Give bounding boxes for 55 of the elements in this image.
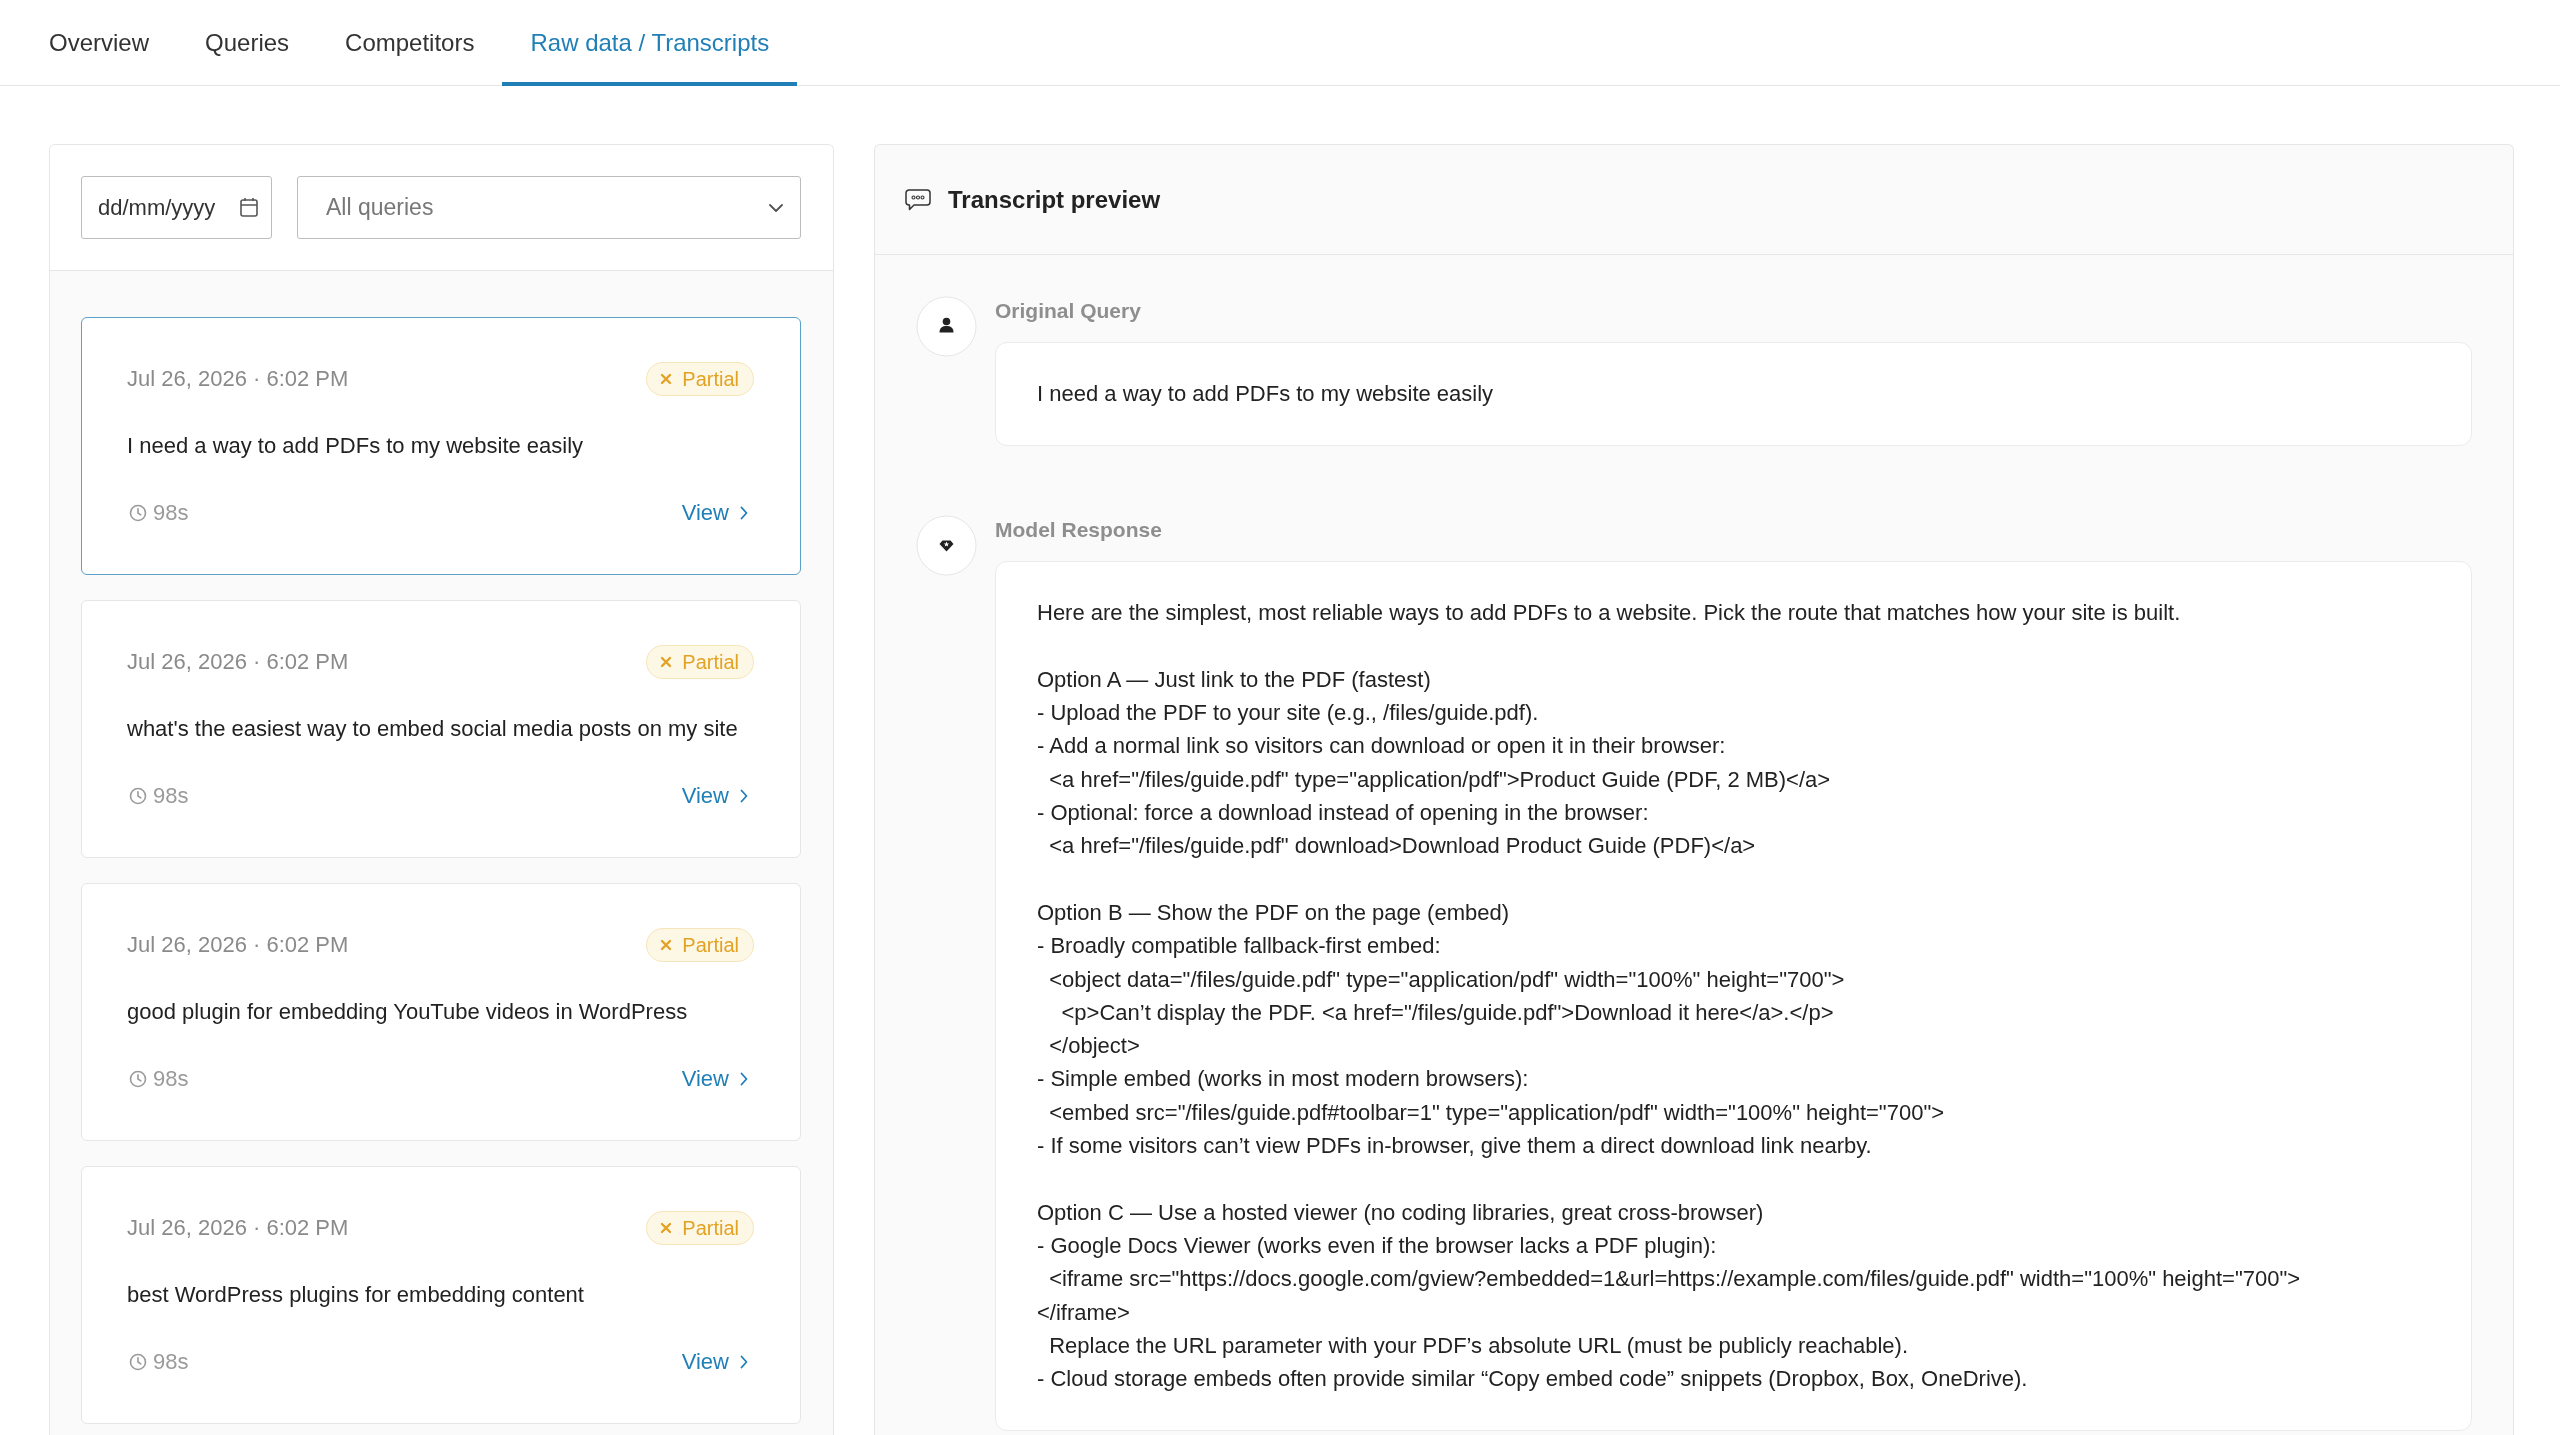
status-label: Partial xyxy=(682,367,739,391)
gem-icon xyxy=(916,515,977,577)
duration-text: 98s xyxy=(153,500,189,526)
transcript-card[interactable]: Jul 26, 2026 · 6:02 PM Partial good plugin for embedding YouTube videos in WordPress 98s View xyxy=(81,883,801,1141)
chevron-right-icon xyxy=(740,1072,748,1086)
query-text: I need a way to add PDFs to my website easily xyxy=(127,433,584,459)
duration-text: 98s xyxy=(153,1066,189,1092)
status-label: Partial xyxy=(682,650,739,674)
message-text: Option B — Show the PDF on the page (embed) - Broadly compatible fallback-first embed: <object data="/files/guide.pdf" type="application/pdf" width="100%" height="700"> <p>Can’t display the PDF. <a href="/files/guide.pdf">Download it here</a>.</p> </object> - Simple embed (works in most modern browsers): <embed src="/files/guide.pdf#toolbar=1" type="application/pdf" width="100%" height="700"> - If some visitors can’t view PDFs in-browser, give them a direct download link nearby. xyxy=(1037,898,1946,1161)
message-text: Option C — Use a hosted viewer (no coding libraries, great cross-browser) - Google Docs Viewer (works even if the browser lacks a PDF plugin): <iframe src="https://docs.google.com/gview?embedded=1&url=https://example.com/files/guide.pdf" width="100%" height="700"> </iframe> Replace the URL parameter with your PDF’s absolute URL (must be publicly reachable). - Cloud storage embeds often provide similar “Copy embed code” snippets (Dropbox, Box, OneDrive). xyxy=(1037,1198,2302,1394)
message-text: I need a way to add PDFs to my website easily xyxy=(1037,380,1495,408)
query-text: what's the easiest way to embed social media posts on my site xyxy=(127,716,738,742)
timestamp: Jul 26, 2026 · 6:02 PM xyxy=(127,649,349,675)
duration-text: 98s xyxy=(153,783,189,809)
calendar-icon[interactable] xyxy=(240,197,258,217)
chevron-right-icon xyxy=(740,506,748,520)
timestamp: Jul 26, 2026 · 6:02 PM xyxy=(127,932,349,958)
transcript-card[interactable]: Jul 26, 2026 · 6:02 PM Partial what's the easiest way to embed social media posts on my site 98s View xyxy=(81,600,801,858)
chevron-down-icon xyxy=(769,203,783,212)
message-text: Here are the simplest, most reliable ways to add PDFs to a website. Pick the route that matches how your site is built. xyxy=(1037,599,2182,628)
view-link[interactable]: View xyxy=(681,1066,748,1092)
query-text: best WordPress plugins for embedding content xyxy=(127,1282,584,1308)
chevron-right-icon xyxy=(740,789,748,803)
clock-icon xyxy=(129,1353,147,1371)
clock-icon xyxy=(129,504,147,522)
chevron-right-icon xyxy=(740,1355,748,1369)
tab[interactable]: Competitors xyxy=(317,0,503,86)
speech-bubble-icon xyxy=(905,188,931,211)
status-label: Partial xyxy=(682,1216,739,1240)
clock-icon xyxy=(129,787,147,805)
person-icon xyxy=(916,296,977,357)
date-field[interactable]: dd/mm/yyyy xyxy=(81,176,272,239)
duration-text: 98s xyxy=(153,1349,189,1375)
query-text: good plugin for embedding YouTube videos in WordPress xyxy=(127,999,688,1025)
transcript-card[interactable]: Jul 26, 2026 · 6:02 PM Partial best WordPress plugins for embedding content 98s View xyxy=(81,1166,801,1424)
view-link[interactable]: View xyxy=(681,1349,748,1375)
x-icon xyxy=(660,1222,673,1234)
timestamp: Jul 26, 2026 · 6:02 PM xyxy=(127,366,349,392)
x-icon xyxy=(660,656,673,668)
tab[interactable]: Overview xyxy=(21,0,178,86)
timestamp: Jul 26, 2026 · 6:02 PM xyxy=(127,1215,349,1241)
x-icon xyxy=(660,373,673,385)
message-text: Option A — Just link to the PDF (fastest) - Upload the PDF to your site (e.g., /files/guide.pdf). - Add a normal link so visitors can download or open it in their browser: <a href="/files/guide.pdf" type="application/pdf">Product Guide (PDF, 2 MB)</a> - Optional: force a download instead of opening in the browser: <a href="/files/guide.pdf" download>Download Product Guide (PDF)</a> xyxy=(1037,665,1832,861)
tab[interactable]: Raw data / Transcripts xyxy=(502,0,798,86)
view-link[interactable]: View xyxy=(681,783,748,809)
clock-icon xyxy=(129,1070,147,1088)
message-label: Model Response xyxy=(995,518,1162,543)
tab[interactable]: Queries xyxy=(177,0,318,86)
query-select[interactable]: All queries xyxy=(297,176,801,239)
message-label: Original Query xyxy=(995,299,1141,323)
status-label: Partial xyxy=(682,933,739,957)
x-icon xyxy=(660,939,673,951)
view-link[interactable]: View xyxy=(681,500,748,526)
preview-title: Transcript preview xyxy=(948,185,1161,214)
transcript-card[interactable]: Jul 26, 2026 · 6:02 PM Partial I need a way to add PDFs to my website easily 98s View xyxy=(81,317,801,575)
